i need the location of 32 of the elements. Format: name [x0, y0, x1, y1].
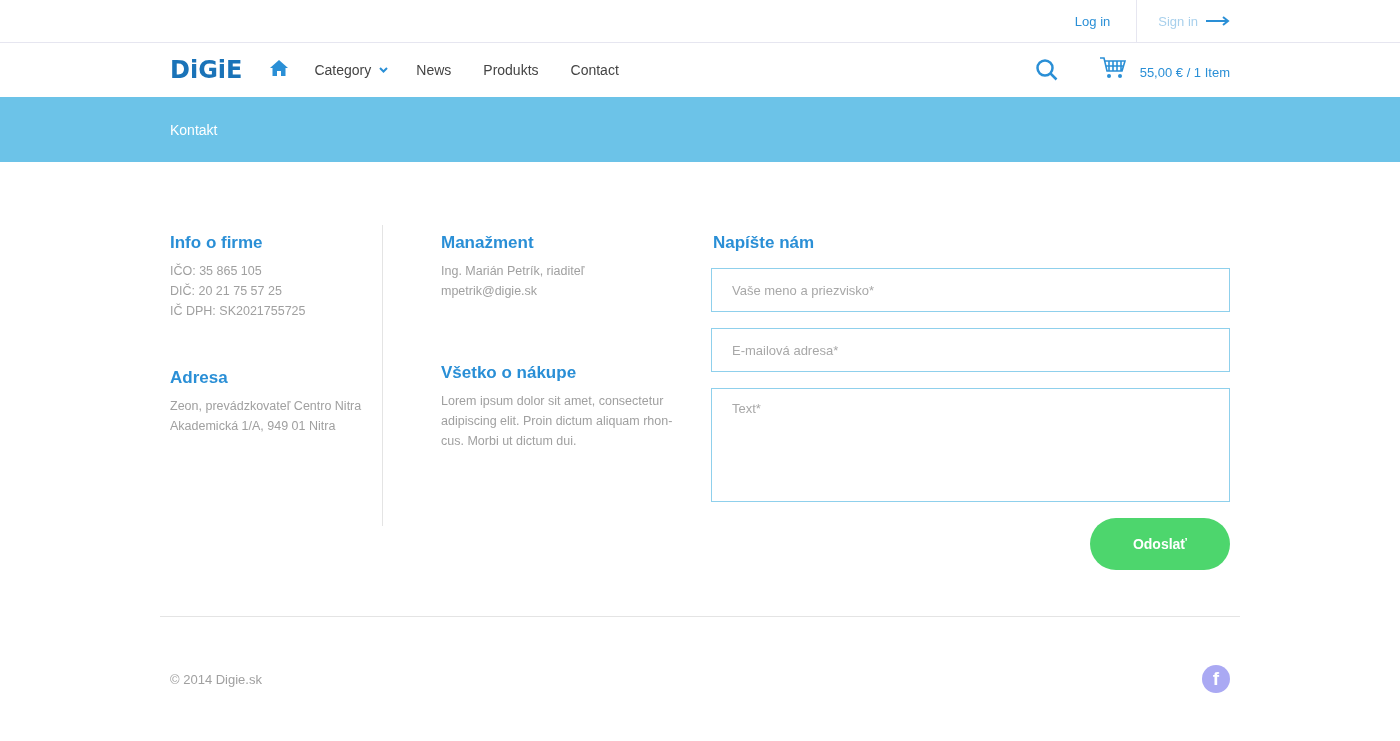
- info-text: Lorem ipsum dolor sit amet, consectetur: [441, 393, 665, 410]
- cart-total[interactable]: 55,00 € / 1 Item: [1139, 64, 1230, 80]
- info-text: Akademická 1/A, 949 01 Nitra: [170, 418, 337, 435]
- info-text: DIČ: 20 21 75 57 25: [170, 282, 283, 300]
- section-heading: Adresa: [170, 368, 229, 388]
- arrow-right-icon: [1206, 16, 1230, 26]
- section-heading: Manažment: [441, 233, 535, 253]
- nav-link[interactable]: Category: [314, 62, 372, 78]
- info-text: adipiscing elit. Proin dictum aliquam rhon-: [441, 413, 674, 430]
- nav-link[interactable]: News: [416, 62, 452, 78]
- nav-link[interactable]: Produkts: [483, 62, 539, 78]
- info-text: mpetrik@digie.sk: [441, 283, 539, 300]
- nav-link[interactable]: Contact: [570, 62, 619, 78]
- section-heading: Info o firme: [170, 233, 264, 253]
- info-text: IČO: 35 865 105: [170, 262, 263, 280]
- logo[interactable]: DiGiE: [170, 58, 243, 82]
- page-title: Kontakt: [170, 121, 218, 138]
- login-link[interactable]: Log in: [1074, 0, 1138, 42]
- info-text: Zeon, prevádzkovateľ Centro Nitra: [170, 398, 363, 415]
- form-heading: Napíšte nám: [713, 233, 816, 253]
- message-field[interactable]: Text*: [711, 388, 1230, 502]
- info-text: cus. Morbi ut dictum dui.: [441, 433, 578, 450]
- copyright-text: © 2014 Digie.sk: [170, 671, 262, 687]
- cart-icon[interactable]: [1099, 57, 1126, 79]
- info-text: IČ DPH: SK2021755725: [170, 302, 307, 320]
- home-icon[interactable]: [270, 60, 289, 76]
- info-text: Ing. Marián Petrík, riaditeľ: [441, 263, 586, 280]
- search-icon[interactable]: [1035, 59, 1058, 81]
- chevron-down-icon: [379, 67, 389, 73]
- input-field[interactable]: E-mailová adresa*: [711, 328, 1230, 372]
- input-field[interactable]: Vaše meno a priezvisko*: [711, 268, 1230, 312]
- section-heading: Všetko o nákupe: [441, 363, 578, 383]
